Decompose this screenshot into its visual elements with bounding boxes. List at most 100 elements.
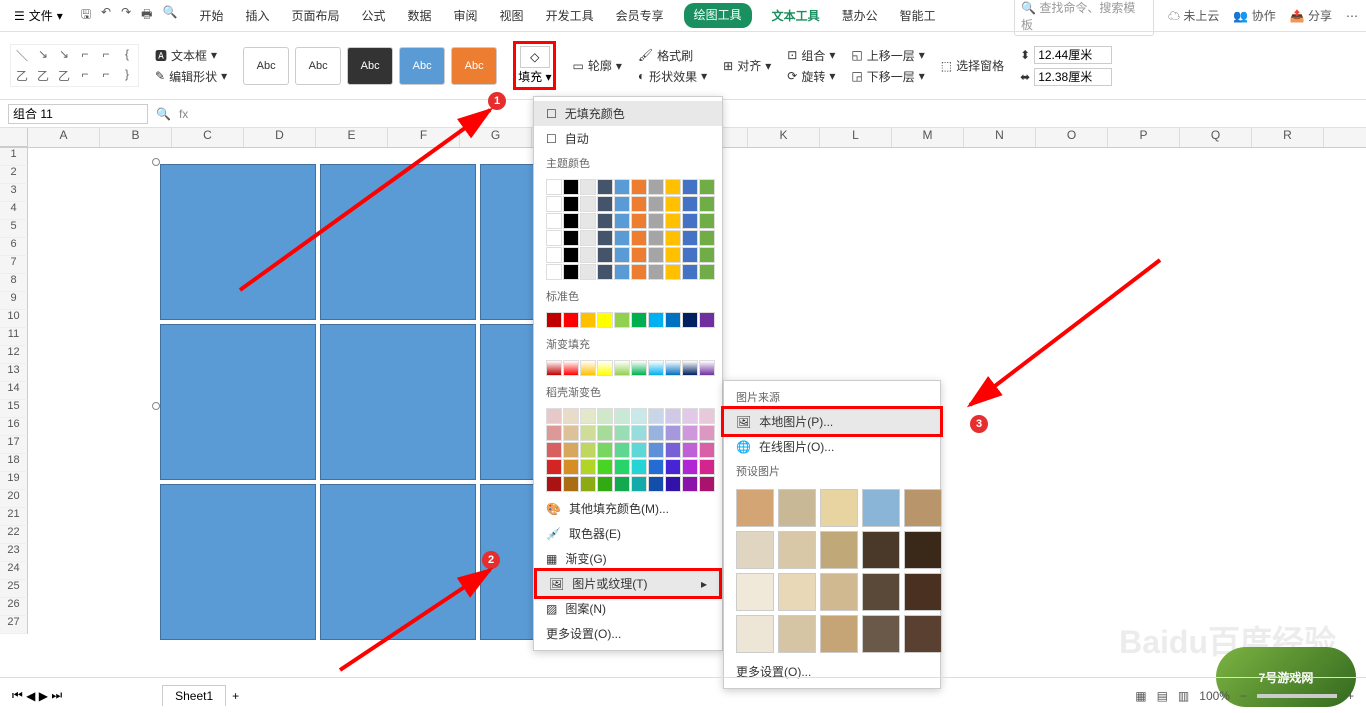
row-header[interactable]: 8	[0, 274, 28, 292]
selection-handle[interactable]	[152, 158, 160, 166]
sheet-nav-next-icon[interactable]: ▶	[39, 689, 48, 703]
sheet-nav-first-icon[interactable]: ⏮	[12, 688, 23, 703]
row-header[interactable]: 1	[0, 148, 28, 166]
row-header[interactable]: 26	[0, 598, 28, 616]
collab-button[interactable]: 👥 协作	[1233, 7, 1275, 24]
style-5[interactable]: Abc	[451, 47, 497, 85]
outline-button[interactable]: ▭ 轮廓 ▾	[572, 57, 621, 74]
row-header[interactable]: 9	[0, 292, 28, 310]
align-button[interactable]: ⊞对齐▾	[723, 57, 771, 74]
sheet-nav-last-icon[interactable]: ⏭	[51, 688, 62, 703]
tab-smart[interactable]: 智能工	[898, 3, 938, 28]
style-1[interactable]: Abc	[243, 47, 289, 85]
tab-layout[interactable]: 页面布局	[289, 3, 341, 28]
qat-preview-icon[interactable]: 🔍	[163, 5, 178, 26]
down-layer-button[interactable]: ◲ 下移一层 ▾	[851, 68, 924, 85]
cloud-status[interactable]: ☁ 未上云	[1168, 7, 1219, 24]
sheet-tab[interactable]: Sheet1	[162, 685, 226, 706]
no-fill-item[interactable]: ☐ 无填充颜色	[534, 101, 722, 126]
qat-redo-icon[interactable]: ↷	[121, 5, 131, 26]
select-all-corner[interactable]	[0, 128, 28, 147]
row-header[interactable]: 24	[0, 562, 28, 580]
tab-review[interactable]: 审阅	[452, 3, 480, 28]
row-header[interactable]: 6	[0, 238, 28, 256]
add-sheet-icon[interactable]: +	[232, 689, 239, 703]
tab-data[interactable]: 数据	[406, 3, 434, 28]
picture-texture-item[interactable]: 🖼 图片或纹理(T)▸	[534, 568, 722, 599]
share-button[interactable]: 📤 分享	[1290, 7, 1332, 24]
shape-styles[interactable]: Abc Abc Abc Abc Abc	[243, 47, 497, 85]
rotate-button[interactable]: ⟳ 旋转 ▾	[787, 68, 835, 85]
style-3[interactable]: Abc	[347, 47, 393, 85]
row-header[interactable]: 5	[0, 220, 28, 238]
col-header[interactable]: B	[100, 128, 172, 147]
col-header[interactable]: F	[388, 128, 460, 147]
auto-fill-item[interactable]: ☐ 自动	[534, 126, 722, 151]
format-painter-button[interactable]: 🖌 格式刷	[638, 47, 707, 64]
row-header[interactable]: 18	[0, 454, 28, 472]
col-header[interactable]: D	[244, 128, 316, 147]
zoom-slider[interactable]	[1257, 694, 1337, 698]
eyedropper-item[interactable]: 💉 取色器(E)	[534, 521, 722, 546]
tab-home[interactable]: 开始	[197, 3, 225, 28]
col-header[interactable]: O	[1036, 128, 1108, 147]
row-header[interactable]: 3	[0, 184, 28, 202]
row-header[interactable]: 22	[0, 526, 28, 544]
qat-undo-icon[interactable]: ↶	[101, 5, 111, 26]
col-header[interactable]: K	[748, 128, 820, 147]
col-header[interactable]: N	[964, 128, 1036, 147]
row-header[interactable]: 17	[0, 436, 28, 454]
local-image-item[interactable]: 🖼 本地图片(P)...	[721, 406, 943, 437]
tab-text-tools[interactable]: 文本工具	[770, 3, 822, 28]
daoke-swatches[interactable]	[534, 404, 722, 496]
row-header[interactable]: 15	[0, 400, 28, 418]
col-header[interactable]: M	[892, 128, 964, 147]
row-header[interactable]: 27	[0, 616, 28, 634]
style-2[interactable]: Abc	[295, 47, 341, 85]
textbox-button[interactable]: 🅰 文本框 ▾	[155, 47, 227, 64]
selection-handle[interactable]	[152, 402, 160, 410]
style-4[interactable]: Abc	[399, 47, 445, 85]
row-header[interactable]: 14	[0, 382, 28, 400]
shape-effect-button[interactable]: ◐ 形状效果 ▾	[638, 68, 707, 85]
view-break-icon[interactable]: ▥	[1178, 689, 1189, 703]
select-pane-button[interactable]: ⬚选择窗格	[941, 57, 1004, 74]
more-fill-item[interactable]: 🎨 其他填充颜色(M)...	[534, 496, 722, 521]
col-header[interactable]: E	[316, 128, 388, 147]
view-page-icon[interactable]: ▤	[1157, 689, 1168, 703]
row-header[interactable]: 2	[0, 166, 28, 184]
zoom-in-icon[interactable]: +	[1347, 689, 1354, 703]
file-menu[interactable]: ☰ 文件 ▾	[8, 5, 69, 26]
theme-color-swatches[interactable]	[534, 175, 722, 284]
name-box[interactable]	[8, 104, 148, 124]
tab-insert[interactable]: 插入	[243, 3, 271, 28]
search-input[interactable]: 🔍 查找命令、搜索模板	[1014, 0, 1154, 36]
texture-presets[interactable]	[724, 483, 940, 659]
fill-dropdown-button[interactable]: ◇ 填充 ▾	[513, 41, 556, 90]
col-header[interactable]: C	[172, 128, 244, 147]
tab-drawing-tools[interactable]: 绘图工具	[684, 3, 752, 28]
col-header[interactable]: A	[28, 128, 100, 147]
row-header[interactable]: 25	[0, 580, 28, 598]
row-header[interactable]: 12	[0, 346, 28, 364]
row-header[interactable]: 7	[0, 256, 28, 274]
online-image-item[interactable]: 🌐 在线图片(O)...	[724, 434, 940, 459]
col-header[interactable]: L	[820, 128, 892, 147]
up-layer-button[interactable]: ◱ 上移一层 ▾	[851, 47, 924, 64]
group-button[interactable]: ⊡ 组合 ▾	[787, 47, 835, 64]
row-header[interactable]: 10	[0, 310, 28, 328]
col-header[interactable]: P	[1108, 128, 1180, 147]
tab-huiban[interactable]: 慧办公	[840, 3, 880, 28]
zoom-icon[interactable]: 🔍	[156, 107, 171, 121]
tab-vip[interactable]: 会员专享	[614, 3, 666, 28]
width-input[interactable]: ⬌	[1020, 68, 1112, 86]
row-header[interactable]: 21	[0, 508, 28, 526]
row-header[interactable]: 13	[0, 364, 28, 382]
shape-gallery[interactable]: ＼↘↘⌐⌐{ 乙乙乙⌐⌐}	[10, 44, 139, 87]
more-settings-item[interactable]: 更多设置(O)...	[534, 621, 722, 646]
row-header[interactable]: 11	[0, 328, 28, 346]
row-header[interactable]: 16	[0, 418, 28, 436]
zoom-level[interactable]: 100%	[1199, 689, 1230, 703]
gradient-swatches[interactable]	[534, 356, 722, 380]
height-input[interactable]: ⬍	[1020, 46, 1112, 64]
